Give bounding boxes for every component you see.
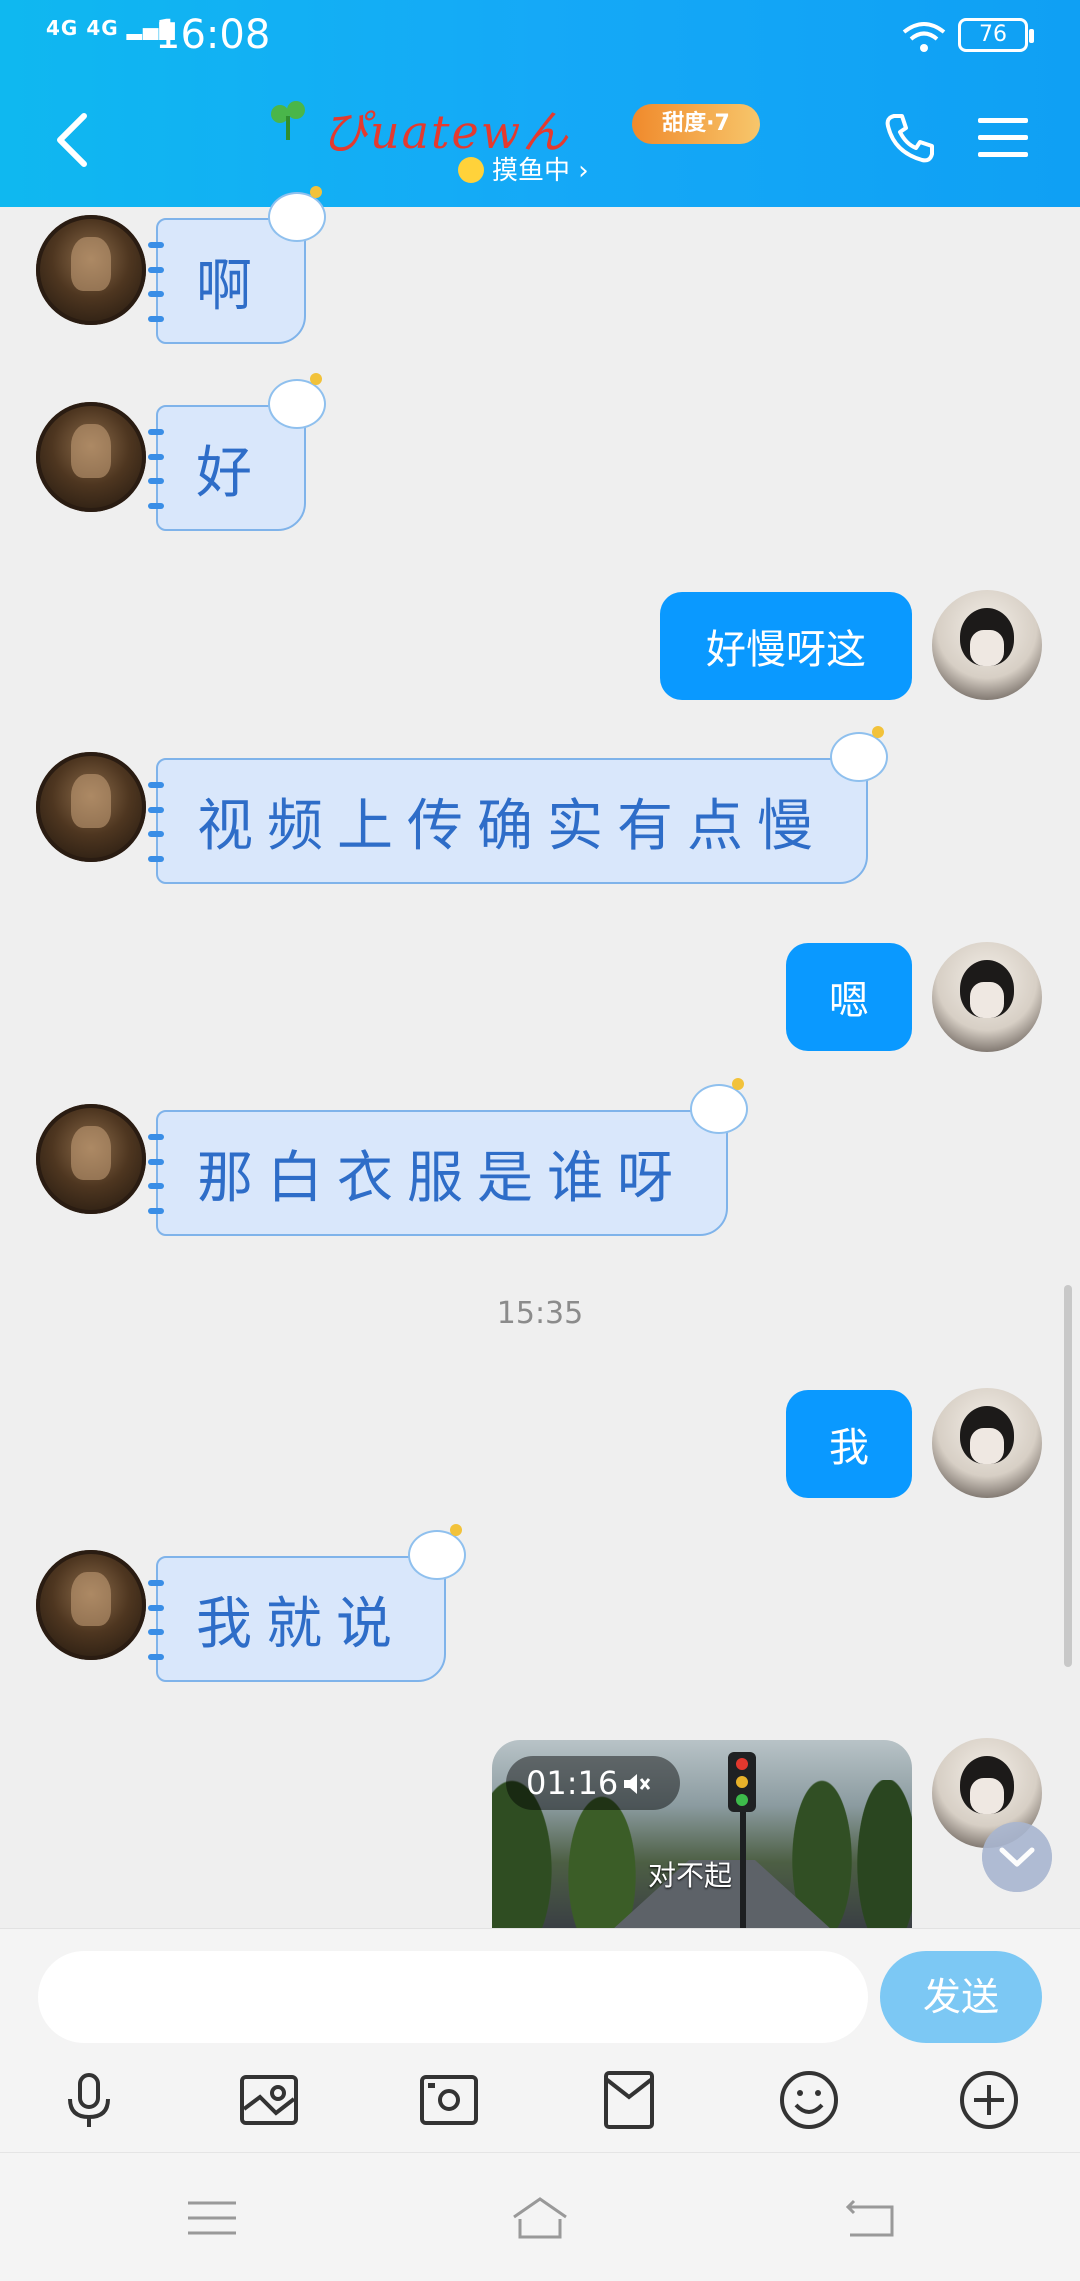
image-icon[interactable] xyxy=(238,2069,300,2131)
sleepy-emoji-icon xyxy=(458,157,484,183)
back-nav-icon[interactable] xyxy=(840,2193,900,2243)
scrollbar[interactable] xyxy=(1064,1285,1072,1667)
mascot-icon xyxy=(268,373,326,429)
message-bubble[interactable]: 视频上传确实有点慢 xyxy=(148,726,888,884)
red-packet-icon[interactable] xyxy=(598,2069,660,2131)
traffic-light-icon xyxy=(728,1752,756,1812)
message-timestamp: 15:35 xyxy=(496,1296,584,1331)
mascot-icon xyxy=(408,1524,466,1580)
muted-speaker-icon[interactable] xyxy=(622,1770,652,1798)
contact-avatar[interactable] xyxy=(36,215,146,325)
contact-avatar[interactable] xyxy=(36,752,146,862)
user-avatar[interactable] xyxy=(932,1388,1042,1498)
menu-button[interactable] xyxy=(976,116,1030,160)
back-button[interactable] xyxy=(50,110,94,170)
battery-indicator: 76 xyxy=(958,18,1034,52)
notebook-spiral xyxy=(148,242,164,322)
message-bubble[interactable]: 好 xyxy=(148,373,326,531)
message-bubble[interactable]: 我 xyxy=(786,1390,912,1498)
chat-header: 4G 4G ▂▄▆ 16:08 76 ぴuatewん 甜度·7 摸鱼中 › xyxy=(0,0,1080,207)
video-caption: 对不起 xyxy=(648,1859,733,1892)
mascot-icon xyxy=(268,186,326,242)
presence-status[interactable]: 摸鱼中 › xyxy=(458,150,589,187)
user-avatar[interactable] xyxy=(932,942,1042,1052)
wifi-icon xyxy=(902,22,946,52)
recent-apps-icon[interactable] xyxy=(182,2193,242,2243)
mascot-icon xyxy=(830,726,888,782)
message-bubble[interactable]: 嗯 xyxy=(786,943,912,1051)
video-message[interactable]: 01:16 对不起 xyxy=(492,1740,912,1928)
phone-call-button[interactable] xyxy=(884,112,936,164)
notebook-spiral xyxy=(148,1580,164,1660)
notebook-spiral xyxy=(148,782,164,862)
contact-avatar[interactable] xyxy=(36,1550,146,1660)
notebook-spiral xyxy=(148,429,164,509)
video-duration: 01:16 xyxy=(506,1756,681,1810)
message-input[interactable] xyxy=(38,1951,868,2043)
message-bubble[interactable]: 好慢呀这 xyxy=(660,592,912,700)
notebook-spiral xyxy=(148,1134,164,1214)
status-bar: 4G 4G ▂▄▆ 16:08 76 xyxy=(0,0,1080,72)
contact-avatar[interactable] xyxy=(36,1104,146,1214)
message-bubble[interactable]: 我就说 xyxy=(148,1524,466,1682)
message-bubble[interactable]: 啊 xyxy=(148,186,326,344)
microphone-icon[interactable] xyxy=(58,2069,120,2131)
plus-icon[interactable] xyxy=(958,2069,1020,2131)
contact-avatar[interactable] xyxy=(36,402,146,512)
scroll-to-bottom-button[interactable] xyxy=(982,1822,1052,1892)
camera-icon[interactable] xyxy=(418,2069,480,2131)
home-icon[interactable] xyxy=(510,2193,570,2243)
user-avatar[interactable] xyxy=(932,590,1042,700)
emoji-icon[interactable] xyxy=(778,2069,840,2131)
system-navigation-bar xyxy=(0,2152,1080,2281)
intimacy-badge[interactable]: 甜度·7 xyxy=(632,104,760,144)
input-bar: 发送 xyxy=(0,1928,1080,2153)
mascot-icon xyxy=(690,1078,748,1134)
status-time: 16:08 xyxy=(155,12,271,58)
message-bubble[interactable]: 那白衣服是谁呀 xyxy=(148,1078,748,1236)
send-button[interactable]: 发送 xyxy=(880,1951,1042,2043)
